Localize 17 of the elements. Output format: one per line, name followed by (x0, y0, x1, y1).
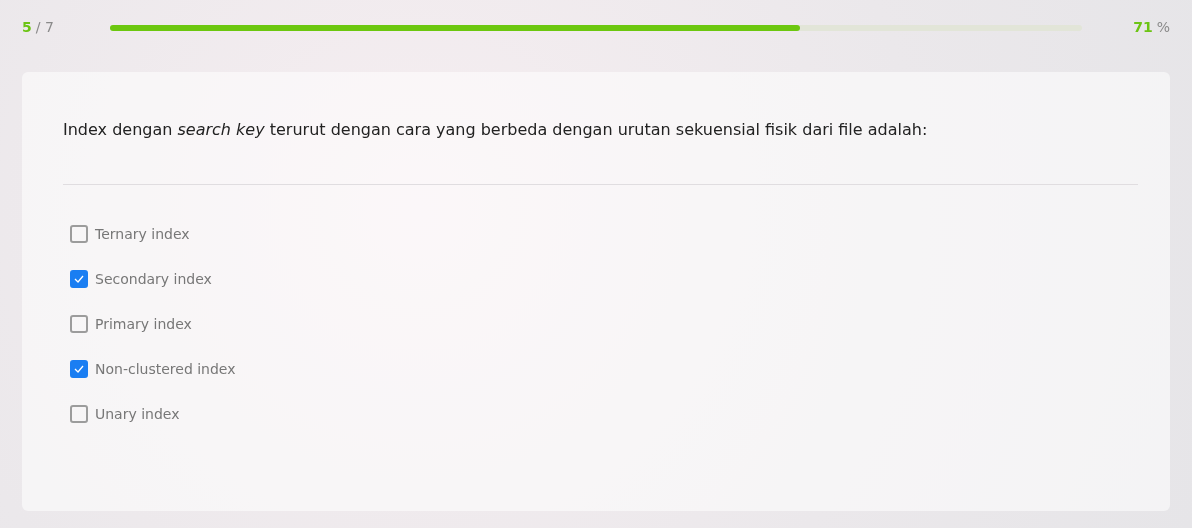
option-label[interactable]: Unary index (95, 406, 180, 422)
option-label[interactable]: Primary index (95, 316, 192, 332)
checkbox[interactable] (70, 405, 88, 423)
question-total: / 7 (35, 19, 54, 35)
percent-sign: % (1156, 19, 1170, 35)
question-text: Index dengan search key terurut dengan cara yang berbeda dengan urutan sekuensial fisik dari file adalah: (63, 119, 929, 141)
checkbox[interactable] (70, 315, 88, 333)
check-icon (74, 275, 84, 283)
option-label[interactable]: Non-clustered index (95, 361, 236, 377)
option-label[interactable]: Secondary index (95, 271, 212, 287)
check-icon (74, 365, 84, 373)
checkbox[interactable] (70, 360, 88, 378)
option-label[interactable]: Ternary index (95, 226, 190, 242)
checkbox[interactable] (70, 225, 88, 243)
question-number: 5 (22, 19, 32, 35)
checkbox[interactable] (70, 270, 88, 288)
percent-value: 71 (1133, 19, 1153, 35)
